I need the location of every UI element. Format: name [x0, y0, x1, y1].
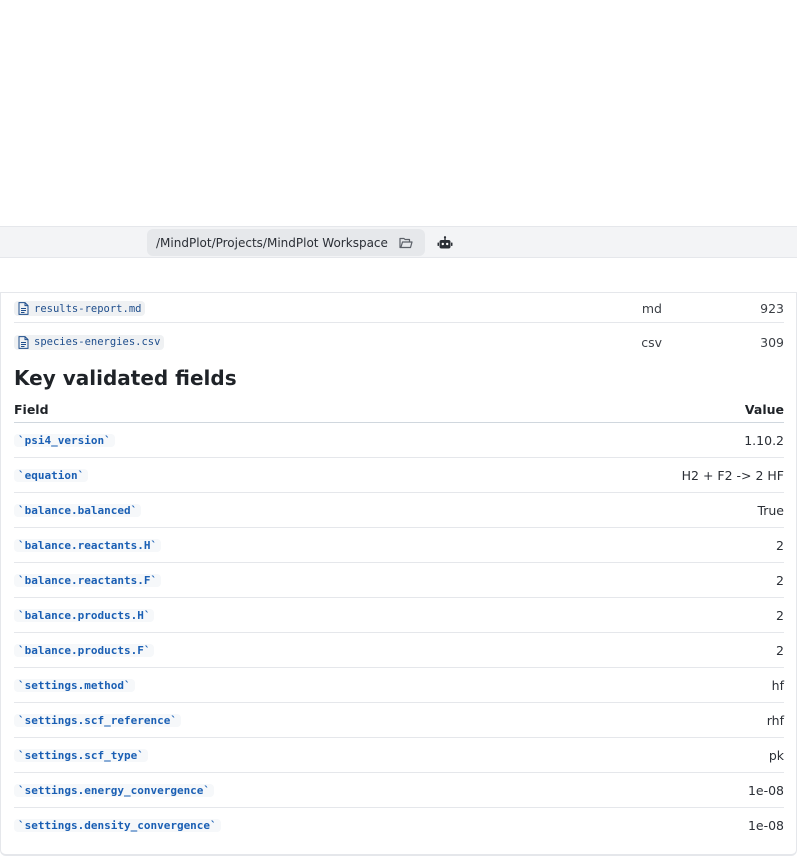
table-row: `equation` H2 + F2 -> 2 HF	[14, 458, 784, 493]
table-row: `settings.scf_type` pk	[14, 738, 784, 773]
file-name: species-energies.csv	[34, 336, 161, 348]
field-key: `equation`	[14, 468, 89, 482]
field-value: 2	[776, 572, 784, 588]
workspace-path-text: /MindPlot/Projects/MindPlot Workspace	[156, 235, 388, 250]
file-type: md	[641, 301, 662, 316]
field-key: `settings.energy_convergence`	[14, 783, 215, 797]
file-row: results-report.md md 923	[14, 295, 784, 323]
section-title: Key validated fields	[14, 366, 237, 390]
field-value: 2	[776, 642, 784, 658]
folder-open-icon[interactable]	[398, 235, 413, 250]
field-value: 1.10.2	[744, 432, 784, 448]
file-size: 923	[760, 301, 784, 316]
table-row: `balance.balanced` True	[14, 493, 784, 528]
file-icon	[18, 302, 29, 315]
field-key: `settings.method`	[14, 678, 135, 692]
table-row: `settings.scf_reference` rhf	[14, 703, 784, 738]
file-row: species-energies.csv csv 309	[14, 324, 784, 360]
field-value: 2	[776, 607, 784, 623]
field-value: H2 + F2 -> 2 HF	[681, 467, 784, 483]
file-type: csv	[641, 334, 662, 350]
table-row: `settings.density_convergence` 1e-08	[14, 808, 784, 843]
workspace-path-chip[interactable]: /MindPlot/Projects/MindPlot Workspace	[147, 229, 425, 256]
table-row: `settings.energy_convergence` 1e-08	[14, 773, 784, 808]
field-key: `psi4_version`	[14, 433, 115, 447]
field-value: pk	[768, 747, 784, 763]
field-key: `settings.scf_reference`	[14, 713, 181, 727]
field-key: `balance.products.F`	[14, 643, 155, 657]
field-value: 1e-08	[747, 818, 784, 833]
file-size: 309	[760, 334, 784, 350]
field-value: True	[757, 502, 784, 518]
column-header-value: Value	[744, 401, 784, 417]
field-value: rhf	[766, 712, 784, 728]
robot-icon[interactable]	[434, 232, 456, 254]
workspace-toolbar: /MindPlot/Projects/MindPlot Workspace	[0, 226, 797, 258]
field-key: `settings.scf_type`	[14, 748, 148, 762]
field-key: `balance.reactants.H`	[14, 538, 162, 552]
field-value: 1e-08	[747, 782, 784, 798]
file-name: results-report.md	[34, 302, 142, 315]
field-key: `balance.reactants.F`	[14, 573, 162, 587]
table-row: `settings.method` hf	[14, 668, 784, 703]
field-key: `balance.balanced`	[14, 503, 142, 517]
toolbar-subbar	[0, 258, 797, 293]
table-row: `balance.reactants.H` 2	[14, 528, 784, 563]
column-header-field: Field	[14, 401, 49, 417]
field-key: `settings.density_convergence`	[14, 819, 221, 832]
table-row: `balance.products.F` 2	[14, 633, 784, 668]
field-value: 2	[776, 537, 784, 553]
table-header: Field Value	[14, 396, 784, 423]
field-value: hf	[771, 677, 784, 693]
field-key: `balance.products.H`	[14, 608, 155, 622]
table-row: `balance.reactants.F` 2	[14, 563, 784, 598]
table-row: `psi4_version` 1.10.2	[14, 423, 784, 458]
file-link[interactable]: results-report.md	[14, 301, 146, 316]
file-icon	[18, 335, 29, 349]
fields-table: Field Value `psi4_version` 1.10.2 `equatio…	[14, 396, 784, 843]
file-link[interactable]: species-energies.csv	[14, 334, 165, 350]
table-row: `balance.products.H` 2	[14, 598, 784, 633]
